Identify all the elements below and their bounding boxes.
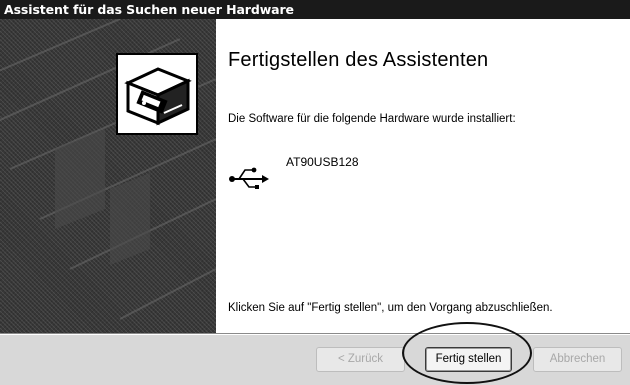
install-description: Die Software für die folgende Hardware w… bbox=[228, 113, 516, 125]
window-title: Assistent für das Suchen neuer Hardware bbox=[4, 2, 294, 17]
hardware-installer-icon bbox=[116, 53, 198, 135]
window-title-bar[interactable]: Assistent für das Suchen neuer Hardware bbox=[0, 0, 630, 19]
wizard-window: Assistent für das Suchen neuer Hardware bbox=[0, 0, 630, 385]
button-bar: < Zurück Fertig stellen Abbrechen bbox=[0, 335, 630, 385]
page-title: Fertigstellen des Assistenten bbox=[228, 49, 489, 71]
cancel-button[interactable]: Abbrechen bbox=[533, 347, 622, 372]
usb-icon bbox=[229, 167, 269, 189]
back-button[interactable]: < Zurück bbox=[316, 347, 405, 372]
wizard-content: Fertigstellen des Assistenten Die Softwa… bbox=[216, 19, 630, 333]
wizard-side-panel bbox=[0, 19, 216, 333]
finish-instruction: Klicken Sie auf "Fertig stellen", um den… bbox=[228, 302, 553, 314]
hardware-box-icon bbox=[124, 67, 192, 126]
finish-button[interactable]: Fertig stellen bbox=[425, 347, 512, 372]
device-name: AT90USB128 bbox=[286, 155, 359, 169]
